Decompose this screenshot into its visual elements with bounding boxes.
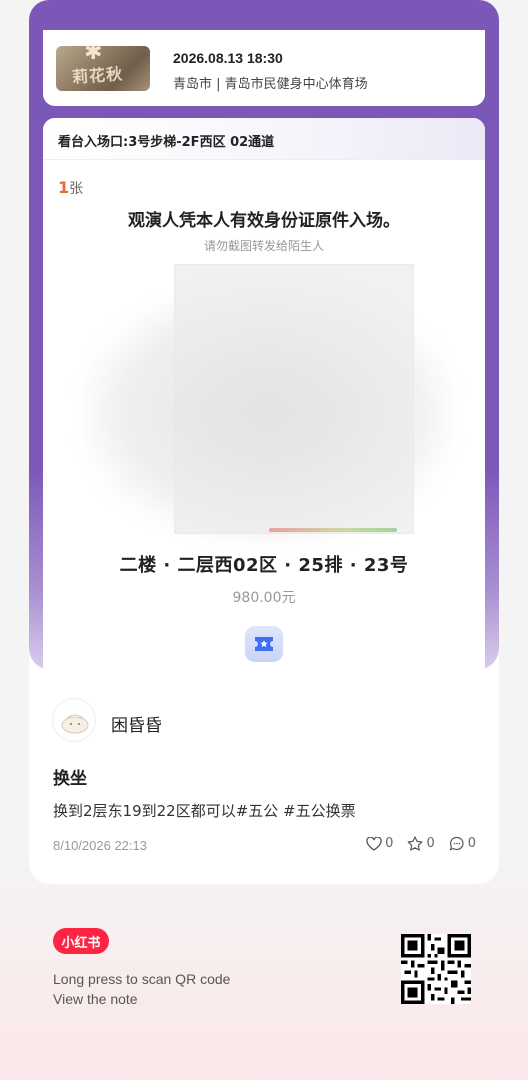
ticket-price: 980.00元 xyxy=(232,590,296,606)
avatar[interactable] xyxy=(52,698,96,742)
like-stat[interactable]: 0 xyxy=(366,836,393,851)
xiaohongshu-logo: 小红书 xyxy=(53,928,109,954)
favorite-stat[interactable]: 0 xyxy=(407,836,435,851)
entry-notice: 观演人凭本人有效身份证原件入场。 xyxy=(128,211,400,231)
comment-icon xyxy=(449,836,464,851)
heart-icon xyxy=(366,836,382,851)
comment-count: 0 xyxy=(467,836,476,851)
favorite-count: 0 xyxy=(426,836,435,851)
star-icon xyxy=(408,836,423,851)
ticket-icon[interactable] xyxy=(245,626,283,662)
view-note-hint: View the note xyxy=(53,991,138,1007)
like-count: 0 xyxy=(385,836,394,851)
username[interactable]: 困昏昏 xyxy=(111,711,162,736)
ticket-panel: 看台入场口:3号步梯-2F西区 02通道 1张 观演人凭本人有效身份证原件入场。… xyxy=(43,118,485,672)
qr-code[interactable] xyxy=(401,934,471,1004)
event-info-card[interactable]: ✱ 莉花秋 2026.08.13 18:30 青岛市 | 青岛市民健身中心体育场 xyxy=(43,30,485,106)
post-body: 换到2层东19到22区都可以#五公 #五公换票 xyxy=(53,802,356,820)
event-poster: ✱ 莉花秋 xyxy=(56,46,150,91)
share-card: ✱ 莉花秋 2026.08.13 18:30 青岛市 | 青岛市民健身中心体育场… xyxy=(29,0,499,884)
post-stats: 0 0 0 xyxy=(366,836,476,851)
ticket-count: 1张 xyxy=(58,178,83,198)
qr-blur-overlay xyxy=(83,283,453,543)
footer: 小红书 Long press to scan QR code View the … xyxy=(0,920,528,1080)
ticket-count-number: 1 xyxy=(58,178,70,197)
event-datetime: 2026.08.13 18:30 xyxy=(173,50,283,66)
event-venue: 青岛市 | 青岛市民健身中心体育场 xyxy=(173,77,368,92)
ticket-count-unit: 张 xyxy=(69,181,84,197)
seat-info: 二楼 · 二层西02区 · 25排 · 23号 xyxy=(119,555,409,576)
qr-refresh-bar xyxy=(269,528,397,532)
poster-title: 莉花秋 xyxy=(71,64,124,87)
post-time: 8/10/2026 22:13 xyxy=(53,838,147,853)
screenshot-warning: 请勿截图转发给陌生人 xyxy=(203,239,324,253)
comment-stat[interactable]: 0 xyxy=(449,836,476,851)
entrance-text: 看台入场口:3号步梯-2F西区 02通道 xyxy=(58,135,275,150)
entrance-bar: 看台入场口:3号步梯-2F西区 02通道 xyxy=(43,118,485,160)
post-title: 换坐 xyxy=(53,769,87,789)
scan-hint: Long press to scan QR code xyxy=(53,971,231,987)
